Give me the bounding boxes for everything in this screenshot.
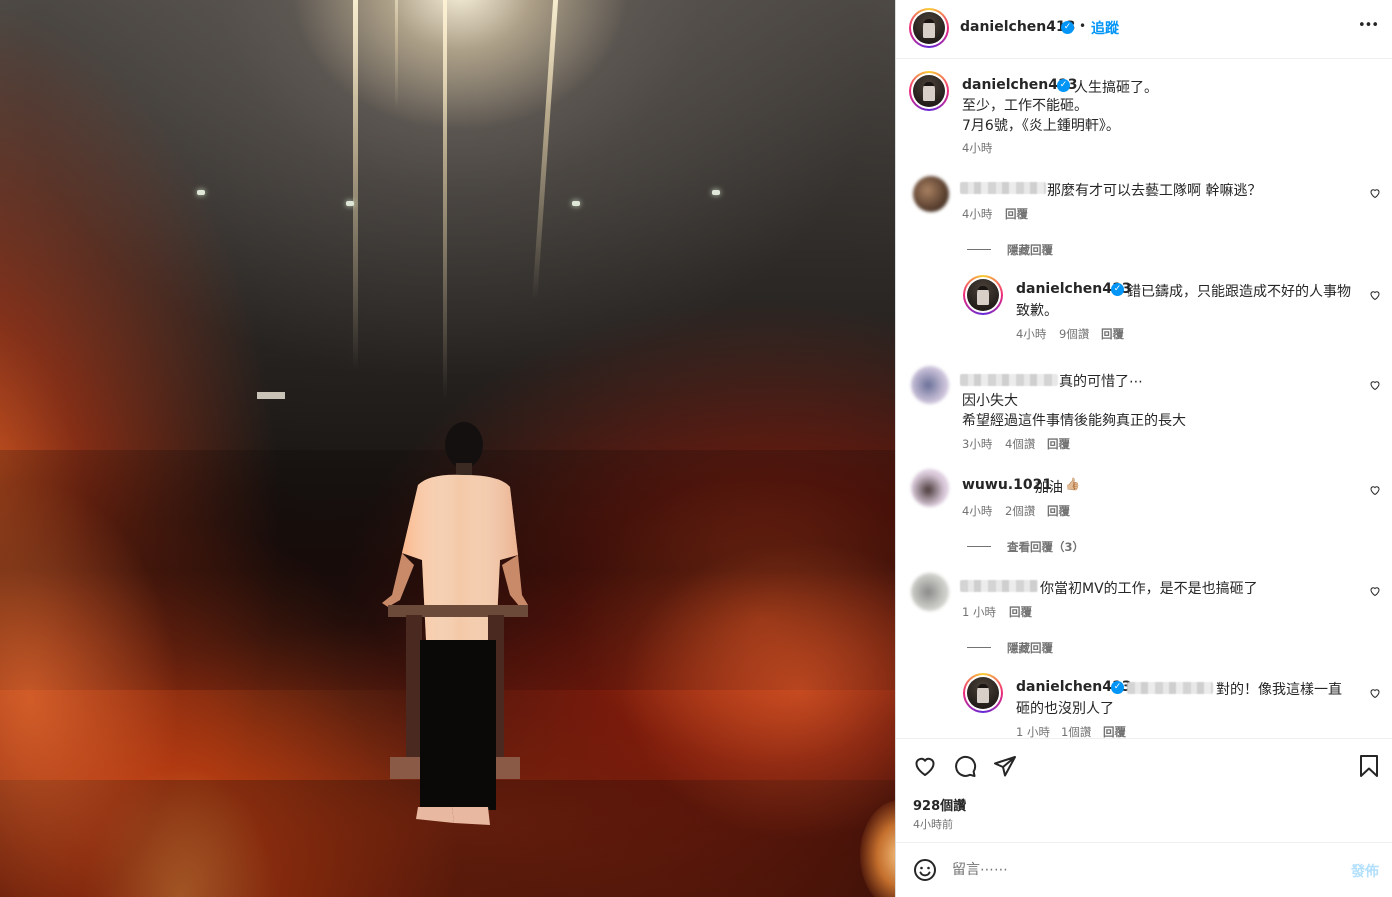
post-header: danielchen413 ✓ • 追蹤 ••• — [896, 0, 1392, 59]
reply-button[interactable]: 回覆 — [1005, 206, 1028, 222]
author-username[interactable]: danielchen413 — [960, 19, 1075, 35]
caption-avatar[interactable] — [909, 71, 949, 111]
verified-icon: ✓ — [1111, 681, 1124, 694]
stage-lamp — [572, 201, 580, 206]
hide-replies-toggle[interactable]: 隱藏回覆 — [967, 640, 1053, 656]
post-photo[interactable] — [0, 0, 895, 897]
light-beam — [532, 0, 559, 300]
heart-icon[interactable] — [1369, 687, 1381, 699]
comment-text: 那麼有才可以去藝工隊啊 幹嘛逃？ — [1047, 183, 1262, 199]
verified-icon: ✓ — [1057, 79, 1070, 92]
thumbs-up-emoji: 👍🏼 — [1065, 477, 1080, 491]
hide-replies-toggle[interactable]: 隱藏回覆 — [967, 242, 1053, 258]
heart-icon[interactable] — [1369, 289, 1381, 301]
post-sidebar: danielchen413 ✓ • 追蹤 ••• danielchen413 ✓… — [895, 0, 1392, 897]
person-on-stage — [382, 422, 528, 825]
reply-button[interactable]: 回覆 — [1101, 326, 1124, 342]
likes-count[interactable]: 928個讚 — [913, 795, 966, 814]
reply-text: 對的！像我這樣一直 — [1216, 682, 1342, 698]
comment-text: 加油 — [1035, 480, 1063, 496]
reply-text: 砸的也沒別人了 — [1016, 701, 1114, 717]
bookmark-icon[interactable] — [1358, 754, 1380, 778]
reply-button[interactable]: 回覆 — [1047, 436, 1070, 452]
reply-likes[interactable]: 9個讚 — [1059, 326, 1089, 342]
comment-text: 你當初MV的工作，是不是也搞砸了 — [1040, 581, 1258, 597]
comment-likes[interactable]: 2個讚 — [1005, 503, 1035, 519]
redacted-username[interactable] — [960, 374, 1058, 386]
caption-line-2: 至少，工作不能砸。 — [962, 98, 1088, 114]
stage-lamp — [346, 201, 354, 206]
light-beam — [353, 0, 358, 370]
reply-button[interactable]: 回覆 — [1009, 604, 1032, 620]
comment-time: 4小時 — [962, 504, 993, 518]
reply-text: 錯已鑄成，只能跟造成不好的人事物 — [1127, 284, 1351, 300]
verified-icon: ✓ — [1111, 283, 1124, 296]
comment-text: 因小失大 — [962, 393, 1018, 409]
light-beam — [395, 0, 398, 110]
heart-icon[interactable] — [913, 754, 937, 778]
redacted-mention[interactable] — [1127, 682, 1213, 694]
comment-likes[interactable]: 4個讚 — [1005, 436, 1035, 452]
comment-input[interactable] — [952, 859, 1322, 881]
view-replies-toggle[interactable]: 查看回覆（3） — [967, 539, 1084, 555]
follow-button[interactable]: 追蹤 — [1091, 18, 1119, 38]
comment-time: 4小時 — [962, 207, 993, 221]
reply-avatar[interactable] — [963, 275, 1003, 315]
comment-time: 3小時 — [962, 437, 993, 451]
commenter-avatar[interactable] — [911, 469, 949, 507]
emoji-icon[interactable] — [913, 858, 937, 882]
verified-icon: ✓ — [1061, 21, 1074, 34]
heart-icon[interactable] — [1369, 484, 1381, 496]
redacted-username[interactable] — [960, 580, 1038, 592]
heart-icon[interactable] — [1369, 585, 1381, 597]
author-avatar[interactable] — [909, 8, 949, 48]
redacted-username[interactable] — [960, 182, 1046, 194]
caption-line-3: 7月6號，《炎上鍾明軒》。 — [962, 118, 1120, 134]
reply-avatar[interactable] — [963, 673, 1003, 713]
comment-text: 真的可惜了⋯ — [1059, 374, 1143, 390]
comment-text: 希望經過這件事情後能夠真正的長大 — [962, 413, 1186, 429]
stage-lamp — [197, 190, 205, 195]
caption-time: 4小時 — [962, 141, 993, 155]
heart-icon[interactable] — [1369, 379, 1381, 391]
comment-time: 1 小時 — [962, 605, 996, 619]
commenter-avatar[interactable] — [911, 573, 949, 611]
reply-time: 4小時 — [1016, 327, 1047, 341]
reply-button[interactable]: 回覆 — [1047, 503, 1070, 519]
light-beam — [443, 0, 447, 400]
commenter-avatar[interactable] — [911, 366, 949, 404]
comment-input-bar: 發佈 — [896, 842, 1392, 897]
exit-sign — [257, 392, 285, 399]
heart-icon[interactable] — [1369, 187, 1381, 199]
reply-text: 致歉。 — [1016, 303, 1058, 319]
caption-line-1: 人生搞砸了。 — [1074, 80, 1158, 96]
share-icon[interactable] — [993, 754, 1017, 778]
post-actions: 928個讚 4小時前 — [896, 738, 1392, 842]
more-options-icon[interactable]: ••• — [1358, 18, 1379, 33]
stage-lamp — [712, 190, 720, 195]
post-comment-button[interactable]: 發佈 — [1351, 861, 1379, 881]
header-dot: • — [1079, 19, 1087, 33]
comment-icon[interactable] — [953, 754, 977, 778]
post-time: 4小時前 — [913, 818, 953, 831]
commenter-avatar[interactable] — [913, 176, 949, 212]
